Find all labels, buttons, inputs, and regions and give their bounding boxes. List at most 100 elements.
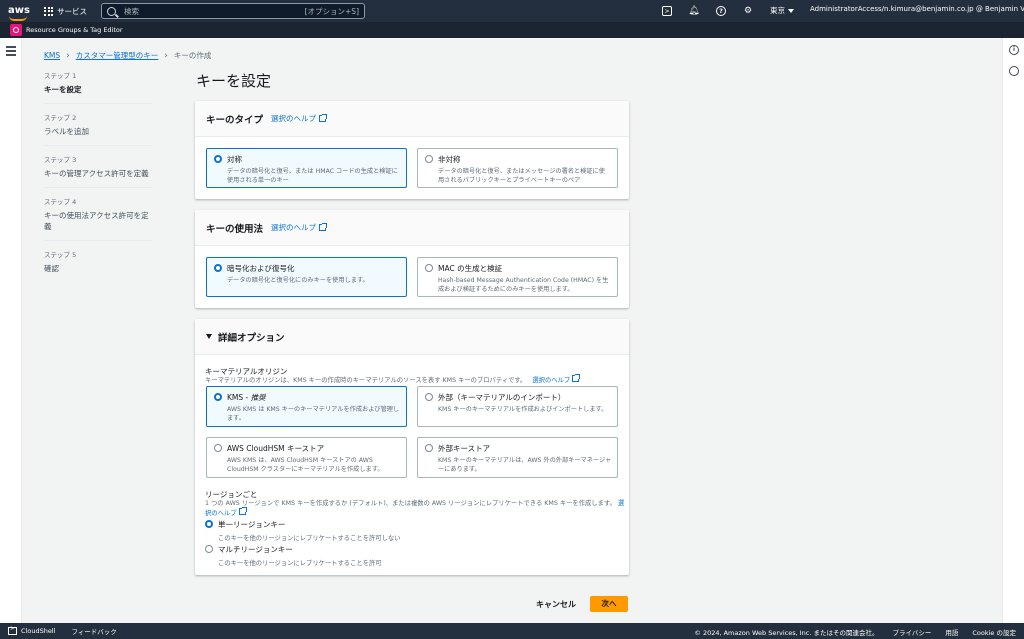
step-1[interactable]: ステップ 1 キーを設定: [44, 70, 152, 104]
footer-copyright: © 2024, Amazon Web Services, Inc. またはその関…: [694, 629, 879, 637]
right-rail: i: [1002, 38, 1024, 623]
step-4: ステップ 4 キーの使用法アクセス許可を定義: [44, 196, 152, 241]
clock-icon[interactable]: [1009, 66, 1019, 76]
page-title: キーを設定: [196, 72, 272, 90]
help-label: 選択のヘルプ: [271, 223, 317, 232]
wizard-steps: ステップ 1 キーを設定 ステップ 2 ラベルを追加 ステップ 3 キーの管理ア…: [44, 70, 152, 290]
grid-icon: [44, 6, 53, 16]
aws-logo[interactable]: aws: [8, 6, 38, 21]
region-selector[interactable]: 東京: [770, 5, 794, 16]
option-title: 外部（キーマテリアルのインポート）: [438, 393, 566, 402]
step-3: ステップ 3 キーの管理アクセス許可を定義: [44, 154, 152, 188]
option-title: AWS CloudHSM キーストア: [227, 444, 325, 453]
step-title: キーの使用法アクセス許可を定義: [44, 211, 149, 231]
radio-unselected[interactable]: [425, 444, 433, 452]
chevron-down-icon: [788, 9, 794, 13]
bell-icon[interactable]: 🔔︎: [688, 6, 699, 16]
region-single[interactable]: 単一リージョンキー このキーを他のリージョンにレプリケートすることを許可しない: [205, 519, 400, 542]
search-placeholder: 検索: [124, 6, 139, 16]
next-button[interactable]: 次へ: [590, 596, 628, 612]
radio-unselected[interactable]: [214, 444, 222, 452]
origin-kms[interactable]: KMS - 推奨 AWS KMS は KMS キーのキーマテリアルを作成および管…: [206, 386, 407, 427]
breadcrumb-current: キーの作成: [173, 51, 212, 60]
region-desc: 1 つの AWS リージョンで KMS キーを作成するか (デフォルト)、または…: [205, 499, 625, 518]
favorite-resource-groups[interactable]: Resource Groups & Tag Editor: [26, 26, 123, 34]
origin-desc: キーマテリアルのオリジンは、KMS キーの作成時のキーマテリアルのソースを表す …: [205, 374, 625, 385]
step-label: ステップ 2: [44, 114, 77, 122]
cloudshell-icon[interactable]: >: [662, 6, 672, 16]
cancel-button[interactable]: キャンセル: [536, 599, 576, 610]
gear-icon[interactable]: ⚙: [743, 6, 753, 16]
left-rail: [0, 38, 22, 623]
radio-unselected[interactable]: [425, 155, 433, 163]
option-title: 外部キーストア: [438, 444, 491, 453]
breadcrumb-cmk[interactable]: カスタマー管理型のキー: [76, 50, 159, 61]
info-icon[interactable]: i: [1009, 45, 1019, 55]
origin-desc-text: キーマテリアルのオリジンは、KMS キーの作成時のキーマテリアルのソースを表す …: [205, 377, 527, 384]
services-label: サービス: [57, 6, 87, 16]
option-desc: KMS キーのキーマテリアルを作成およびインポートします。: [438, 406, 608, 413]
breadcrumb: KMS › カスタマー管理型のキー › キーの作成: [44, 50, 211, 61]
option-desc: このキーを他のリージョンにレプリケートすることを許可: [218, 560, 382, 567]
help-icon[interactable]: ?: [716, 6, 726, 16]
option-desc: このキーを他のリージョンにレプリケートすることを許可しない: [218, 535, 401, 542]
origin-external[interactable]: 外部（キーマテリアルのインポート） KMS キーのキーマテリアルを作成およびイン…: [417, 386, 618, 427]
step-title: キーを設定: [44, 85, 82, 94]
key-type-panel: キーのタイプ 選択のヘルプ 対称 データの暗号化と復号、または HMAC コード…: [195, 101, 629, 199]
menu-icon[interactable]: [6, 46, 16, 58]
option-title: 対称: [227, 155, 242, 164]
search-icon: [107, 6, 116, 16]
origin-external-keystore[interactable]: 外部キーストア KMS キーのキーマテリアルは、AWS 外の外部キーマネージャー…: [417, 437, 618, 478]
radio-selected[interactable]: [214, 264, 222, 272]
option-desc: データの暗号化と復号、またはメッセージの署名と検証に使用されるパブリックキーとプ…: [438, 168, 605, 184]
radio-selected[interactable]: [214, 393, 222, 401]
step-title: ラベルを追加: [44, 127, 89, 136]
option-title: MAC の生成と検証: [438, 264, 503, 273]
help-label: 選択のヘルプ: [271, 114, 317, 123]
footer: CloudShell フィードバック © 2024, Amazon Web Se…: [0, 623, 1024, 639]
search-input[interactable]: 検索 [オプション+S]: [101, 3, 365, 19]
footer-feedback[interactable]: フィードバック: [71, 626, 116, 636]
option-title: マルチリージョンキー: [218, 545, 293, 554]
radio-selected[interactable]: [214, 155, 222, 163]
cloudshell-icon: [8, 625, 17, 635]
step-title: キーの管理アクセス許可を定義: [44, 169, 149, 178]
footer-cloudshell[interactable]: CloudShell: [21, 627, 55, 635]
chevron-right-icon: ›: [164, 50, 168, 61]
option-desc: データの暗号化と復号化にのみキーを使用します。: [227, 277, 369, 284]
origin-help-link[interactable]: 選択のヘルプ: [532, 374, 581, 384]
search-shortcut: [オプション+S]: [304, 6, 359, 16]
region-multi[interactable]: マルチリージョンキー このキーを他のリージョンにレプリケートすることを許可: [205, 544, 382, 567]
radio-unselected[interactable]: [425, 264, 433, 272]
favorites-bar: Resource Groups & Tag Editor: [0, 22, 1024, 38]
key-type-symmetric[interactable]: 対称 データの暗号化と復号、または HMAC コードの生成と検証に使用される単一…: [206, 148, 407, 188]
origin-cloudhsm[interactable]: AWS CloudHSM キーストア AWS KMS は、AWS CloudHS…: [206, 437, 407, 478]
radio-selected[interactable]: [205, 520, 213, 528]
key-usage-encrypt-decrypt[interactable]: 暗号化および復号化 データの暗号化と復号化にのみキーを使用します。: [206, 257, 407, 297]
key-usage-help-link[interactable]: 選択のヘルプ: [271, 222, 328, 233]
key-usage-mac[interactable]: MAC の生成と検証 Hash-based Message Authentica…: [417, 257, 618, 297]
account-menu[interactable]: AdministratorAccess/n.kimura@benjamin.co…: [810, 5, 1024, 13]
external-link-icon: [319, 114, 328, 122]
resource-groups-icon: [10, 24, 22, 36]
external-link-icon: [319, 223, 328, 231]
services-menu[interactable]: サービス: [44, 6, 87, 17]
key-type-help-link[interactable]: 選択のヘルプ: [271, 113, 328, 124]
footer-terms[interactable]: 用語: [945, 627, 958, 637]
footer-cookie[interactable]: Cookie の設定: [972, 627, 1016, 637]
option-desc: KMS キーのキーマテリアルは、AWS 外の外部キーマネージャーにあります。: [438, 457, 612, 473]
advanced-heading: 詳細オプション: [218, 332, 285, 344]
key-usage-panel: キーの使用法 選択のヘルプ 暗号化および復号化 データの暗号化と復号化にのみキー…: [195, 210, 629, 308]
key-type-asymmetric[interactable]: 非対称 データの暗号化と復号、またはメッセージの署名と検証に使用されるパブリック…: [417, 148, 618, 188]
breadcrumb-kms[interactable]: KMS: [44, 51, 60, 60]
radio-unselected[interactable]: [205, 545, 213, 553]
option-title: 暗号化および復号化: [227, 264, 295, 273]
option-desc: AWS KMS は、AWS CloudHSM キーストアの AWS CloudH…: [227, 457, 384, 473]
step-label: ステップ 1: [44, 72, 77, 80]
step-label: ステップ 5: [44, 251, 77, 259]
option-title: 非対称: [438, 155, 461, 164]
radio-unselected[interactable]: [425, 393, 433, 401]
advanced-options-toggle[interactable]: 詳細オプション: [195, 319, 629, 355]
help-label: 選択のヘルプ: [532, 377, 571, 384]
footer-privacy[interactable]: プライバシー: [892, 627, 931, 637]
